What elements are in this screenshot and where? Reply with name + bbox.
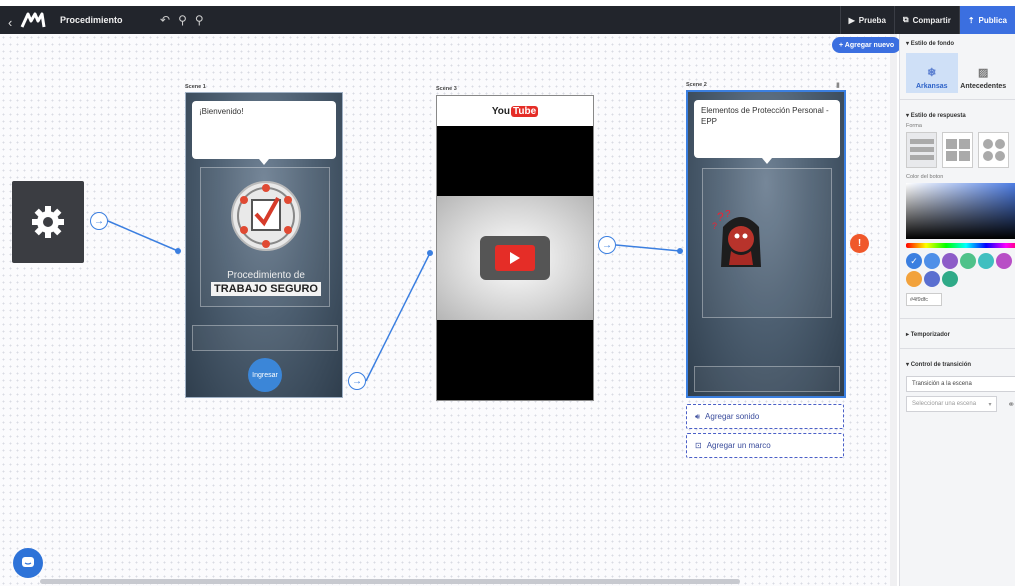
tab-arkansas-label: Arkansas xyxy=(915,83,948,90)
circles-icon xyxy=(982,139,1005,161)
link-icon[interactable]: ⚭ xyxy=(1007,399,1015,410)
video-thumbnail[interactable] xyxy=(437,196,593,320)
start-settings-node[interactable] xyxy=(12,181,84,263)
shape-grid-option[interactable] xyxy=(942,132,973,168)
youtube-logo-you: You xyxy=(491,105,510,117)
scene-3-video-card[interactable]: You Tube xyxy=(436,95,594,401)
warning-icon[interactable]: ! xyxy=(850,234,869,253)
scene-1-speech-bubble[interactable]: ¡Bienvenido! xyxy=(192,101,336,165)
shape-circles-option[interactable] xyxy=(978,132,1009,168)
upload-icon: ⇡ xyxy=(967,15,975,25)
transition-title: Control de transición xyxy=(910,362,972,368)
bg-style-title: Estilo de fondo xyxy=(910,41,955,47)
share-label: Compartir xyxy=(912,15,951,25)
bg-style-tabs: ❄ Arkansas ▨ Antecedentes xyxy=(906,53,1009,93)
tab-antecedentes[interactable]: ▨ Antecedentes xyxy=(958,53,1010,93)
grid-icon xyxy=(945,139,970,161)
svg-text:?: ? xyxy=(725,209,731,220)
color-swatches: ✓ xyxy=(900,248,1015,287)
button-color-label: Color del boton xyxy=(906,174,944,180)
timer-title: Temporizador xyxy=(910,332,950,338)
confused-character-icon: ? ? ? xyxy=(712,209,761,267)
transition-select[interactable]: Transición a la escena ▾ xyxy=(906,376,1015,392)
shape-options xyxy=(900,132,1015,168)
response-style-title: Estilo de respuesta xyxy=(910,113,966,119)
shape-rows-option[interactable] xyxy=(906,132,937,168)
tab-arkansas[interactable]: ❄ Arkansas xyxy=(906,53,958,93)
scene-1-label: Scene 1 xyxy=(185,84,206,90)
speaker-icon: 🔊︎ xyxy=(695,411,701,421)
youtube-header: You Tube xyxy=(437,96,593,126)
trash-icon[interactable]: ▮ xyxy=(836,81,840,89)
transition-select-value: Transición a la escena xyxy=(912,381,972,387)
add-sound-button[interactable]: 🔊︎ Agregar sonido xyxy=(686,404,844,429)
scene-1-output-port[interactable]: → xyxy=(348,372,366,390)
svg-text:?: ? xyxy=(712,221,717,231)
shape-label: Forma xyxy=(906,123,922,129)
share-icon: ⧉ xyxy=(902,15,909,24)
add-frame-label: Agregar un marco xyxy=(706,441,771,450)
divider xyxy=(900,348,1015,349)
start-output-port[interactable]: → xyxy=(90,212,108,230)
swatch[interactable] xyxy=(906,271,922,287)
safety-checklist-icon xyxy=(231,181,301,251)
publish-button[interactable]: ⇡ Publica xyxy=(958,6,1015,34)
properties-panel: ▾ Estilo de fondo ❄ Arkansas ▨ Anteceden… xyxy=(899,34,1015,586)
scene-2-answer-box[interactable] xyxy=(694,366,840,392)
scene-2-image-frame[interactable]: ? ? ? xyxy=(702,168,832,318)
snowflake-icon: ❄ xyxy=(927,67,937,79)
chevron-down-icon: ▾ xyxy=(988,401,992,408)
scene-2-speech-bubble[interactable]: Elementos de Protección Personal - EPP xyxy=(694,100,840,164)
swatch[interactable] xyxy=(924,271,940,287)
scene-3-label: Scene 3 xyxy=(436,86,457,92)
tab-antecedentes-label: Antecedentes xyxy=(960,83,1007,90)
publish-label: Publica xyxy=(978,15,1007,25)
timer-header[interactable]: ▸ Temporizador xyxy=(900,325,1015,342)
add-new-button[interactable]: + Agregar nuevo xyxy=(832,37,902,53)
scene-select[interactable]: Seleccionar una escena ▾ xyxy=(906,396,998,412)
youtube-logo-tube: Tube xyxy=(511,105,539,117)
scene-2-card[interactable]: Elementos de Protección Personal - EPP ?… xyxy=(686,90,846,398)
swatch-selected[interactable]: ✓ xyxy=(906,253,922,269)
rows-icon xyxy=(909,139,934,160)
transition-header[interactable]: ▾ Control de transición xyxy=(900,355,1015,372)
scene-1-image-frame[interactable]: Procedimiento de TRABAJO SEGURO xyxy=(200,167,330,307)
chat-support-button[interactable] xyxy=(13,548,43,578)
svg-text:?: ? xyxy=(717,210,724,224)
share-button[interactable]: ⧉ Compartir xyxy=(893,6,959,34)
response-style-header[interactable]: ▾ Estilo de respuesta xyxy=(900,106,1015,123)
gear-icon xyxy=(32,206,64,238)
scene-3-output-port[interactable]: → xyxy=(598,236,616,254)
chat-icon xyxy=(22,557,34,567)
bg-style-header[interactable]: ▾ Estilo de fondo xyxy=(900,34,1015,51)
swatch[interactable] xyxy=(942,253,958,269)
scene-select-placeholder: Seleccionar una escena xyxy=(912,401,977,407)
scene-1-logo-line1: Procedimiento de xyxy=(227,270,305,281)
scene-1-bubble-text: ¡Bienvenido! xyxy=(199,107,244,116)
scene-1-card[interactable]: ¡Bienvenido! Procedimiento de TRABAJO SE… xyxy=(185,92,343,398)
add-sound-label: Agregar sonido xyxy=(705,412,760,421)
scene-2-label: Scene 2 xyxy=(686,82,707,88)
swatch[interactable] xyxy=(960,253,976,269)
pattern-icon: ▨ xyxy=(978,67,989,79)
scene-1-logo-line2: TRABAJO SEGURO xyxy=(211,282,321,296)
swatch[interactable] xyxy=(942,271,958,287)
enter-button[interactable]: Ingresar xyxy=(248,358,282,392)
divider xyxy=(900,99,1015,100)
frame-icon: ⊡ xyxy=(695,441,702,450)
color-picker-area[interactable] xyxy=(906,183,1015,239)
swatch[interactable] xyxy=(924,253,940,269)
scene-1-answer-box[interactable] xyxy=(192,325,338,351)
scene-2-bubble-text: Elementos de Protección Personal - EPP xyxy=(701,106,829,126)
add-frame-button[interactable]: ⊡ Agregar un marco xyxy=(686,433,844,458)
swatch[interactable] xyxy=(996,253,1012,269)
swatch[interactable] xyxy=(978,253,994,269)
divider xyxy=(900,318,1015,319)
youtube-play-icon[interactable] xyxy=(480,236,550,280)
hex-color-input[interactable]: #4f9dfc xyxy=(906,293,942,306)
